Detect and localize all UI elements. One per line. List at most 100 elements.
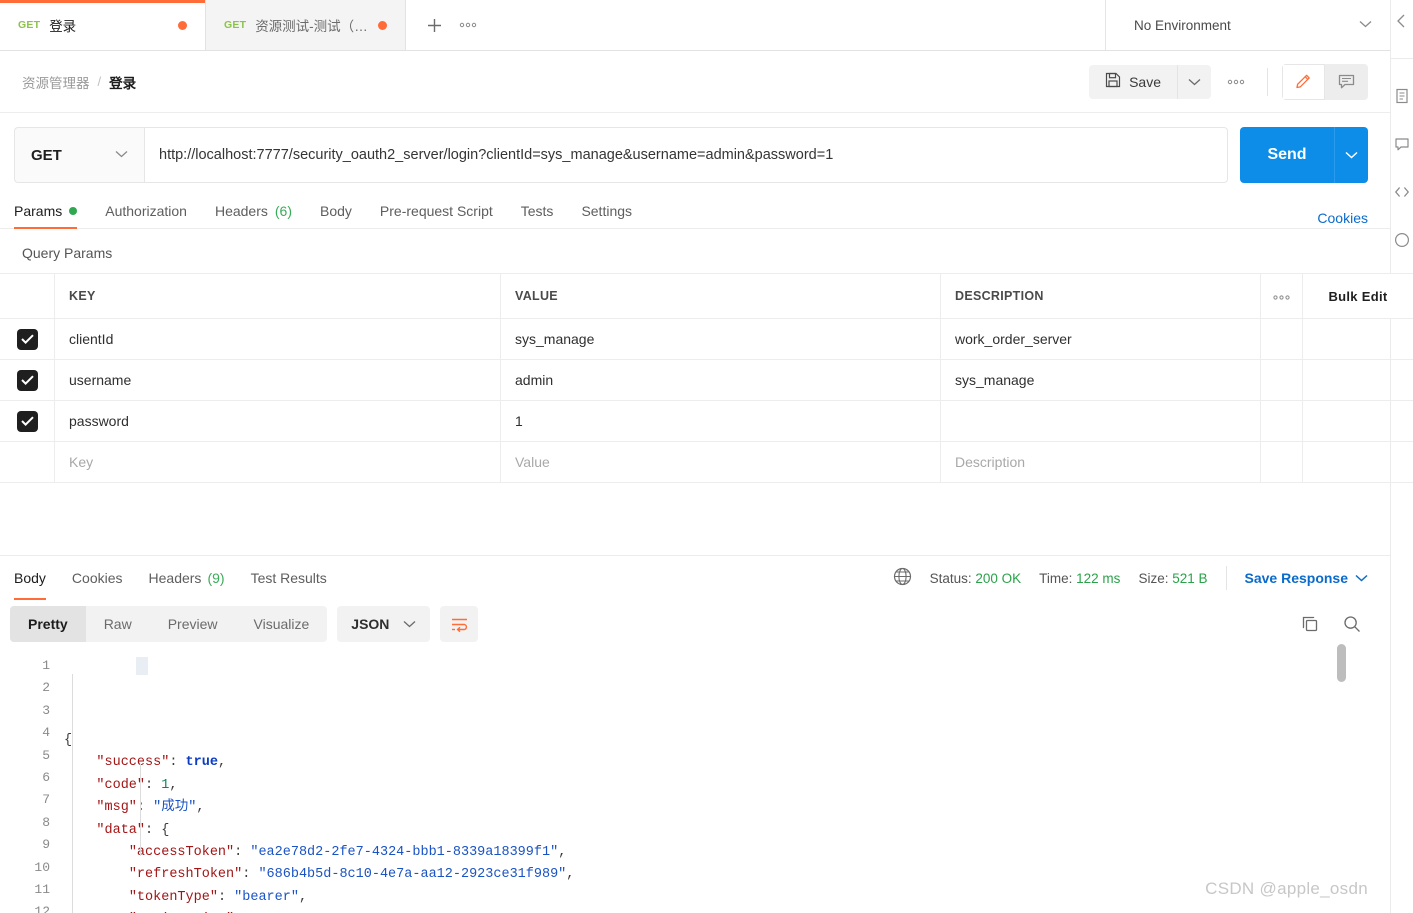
send-dropdown-button[interactable] [1334,127,1368,183]
table-row-placeholder: Key Value Description [0,441,1413,483]
chevron-down-icon [403,621,416,628]
line-number: 5 [42,747,50,763]
param-key[interactable]: username [54,359,501,401]
request-tab-2[interactable]: GET 资源测试-测试（s... [206,0,406,50]
view-mode-preview[interactable]: Preview [150,606,236,642]
info-circle-icon [1394,232,1410,248]
tab-title: 登录 [49,19,77,34]
response-tab-cookies[interactable]: Cookies [59,557,136,600]
code-token: "成功" [153,800,197,816]
save-dropdown-button[interactable] [1177,64,1211,99]
tab-settings[interactable]: Settings [567,193,646,228]
line-number: 10 [34,859,50,875]
params-more-button[interactable] [1260,273,1303,319]
tab-method-label: GET [18,19,41,31]
response-tab-test-results[interactable]: Test Results [238,557,340,600]
save-icon [1105,72,1121,91]
header-description: DESCRIPTION [940,273,1261,319]
row-spacer-cell [1302,400,1413,442]
send-button[interactable]: Send [1240,127,1334,183]
info-button[interactable] [1391,229,1413,251]
code-snippet-button[interactable] [1391,181,1413,203]
json-code[interactable]: { "success": true, "code": 1, "msg": "成功… [64,650,1390,913]
param-value[interactable]: sys_manage [500,318,941,360]
param-key[interactable]: clientId [54,318,501,360]
line-number-gutter: 1 2 3 4 5 6 7 8 9 10 11 12 [0,650,64,913]
new-param-description-input[interactable]: Description [940,441,1261,483]
param-key[interactable]: password [54,400,501,442]
new-param-key-input[interactable]: Key [54,441,501,483]
save-response-button[interactable]: Save Response [1245,570,1369,586]
code-token: : { [145,822,170,838]
request-tab-1[interactable]: GET 登录 [0,0,206,50]
param-description[interactable] [940,400,1261,442]
view-mode-raw[interactable]: Raw [86,606,150,642]
new-param-value-input[interactable]: Value [500,441,941,483]
code-fold-marker[interactable] [136,657,148,675]
save-button-group: Save [1089,64,1211,99]
cookies-link[interactable]: Cookies [1317,210,1368,228]
code-token: "tokenType" [128,889,218,905]
breadcrumb-collection[interactable]: 资源管理器 [22,72,90,92]
http-method-selector[interactable]: GET [14,127,144,183]
edit-mode-button[interactable] [1282,63,1325,100]
response-view-modes: Pretty Raw Preview Visualize [10,606,328,642]
param-enabled-checkbox[interactable] [17,328,38,350]
code-line: "data": { [64,820,1390,842]
tab-tests-label: Tests [520,202,554,219]
pencil-icon [1296,74,1310,89]
response-format-selector[interactable]: JSON [337,606,431,642]
response-scrollbar-thumb[interactable] [1337,644,1346,682]
row-spacer-cell [1260,400,1303,442]
params-empty-space [0,483,1390,555]
response-tab-headers-count: (9) [207,570,225,586]
save-button[interactable]: Save [1089,64,1177,99]
comment-mode-button[interactable] [1325,63,1368,100]
tab-tests[interactable]: Tests [507,193,568,228]
new-tab-button[interactable] [420,11,448,39]
request-more-button[interactable] [1219,65,1253,99]
param-enabled-checkbox[interactable] [17,452,38,473]
response-tab-headers[interactable]: Headers (9) [136,557,238,600]
bulk-edit-label: Bulk Edit [1328,288,1388,304]
environment-selector[interactable]: No Environment [1105,0,1390,50]
response-body-viewer[interactable]: 1 2 3 4 5 6 7 8 9 10 11 12 { "success": true, "code… [0,650,1390,913]
param-value[interactable]: admin [500,359,941,401]
main-column: GET 登录 GET 资源测试-测试（s... No Environment 资… [0,0,1413,913]
tab-bar-more-button[interactable] [454,13,482,37]
time-value: 122 ms [1076,570,1121,586]
tab-authorization-label: Authorization [105,202,187,219]
param-enabled-checkbox[interactable] [17,369,38,391]
line-number: 12 [34,904,50,913]
header-checkbox-cell [0,273,55,319]
postman-window: GET 登录 GET 资源测试-测试（s... No Environment 资… [0,0,1413,913]
tab-body[interactable]: Body [306,193,366,228]
view-mode-pretty[interactable]: Pretty [10,606,86,642]
code-token: "msg" [96,800,137,816]
row-spacer-cell [1260,318,1303,360]
save-response-label: Save Response [1244,570,1349,586]
documentation-button[interactable] [1391,85,1413,107]
tab-params[interactable]: Params [14,193,91,229]
param-description[interactable]: work_order_server [940,318,1261,360]
status-label: Status: [929,570,972,586]
bulk-edit-button[interactable]: Bulk Edit [1302,273,1413,319]
copy-response-button[interactable] [1294,608,1326,640]
response-tab-body[interactable]: Body [14,557,59,600]
tab-pre-request-script[interactable]: Pre-request Script [366,193,507,228]
chevron-down-icon [1345,151,1358,159]
param-value[interactable]: 1 [500,400,941,442]
code-token: , [169,777,178,793]
tab-headers[interactable]: Headers (6) [201,193,306,228]
wrap-lines-button[interactable] [440,606,479,642]
collapse-sidebar-button[interactable] [1391,10,1413,32]
param-enabled-checkbox[interactable] [17,410,38,432]
url-input[interactable]: http://localhost:7777/security_oauth2_se… [144,127,1228,183]
param-description[interactable]: sys_manage [940,359,1261,401]
comments-button[interactable] [1391,133,1413,155]
tab-body-label: Body [320,202,352,219]
search-response-button[interactable] [1336,608,1368,640]
tab-authorization[interactable]: Authorization [91,193,201,228]
code-line: "code": 1, [64,775,1390,797]
view-mode-visualize[interactable]: Visualize [236,606,328,642]
